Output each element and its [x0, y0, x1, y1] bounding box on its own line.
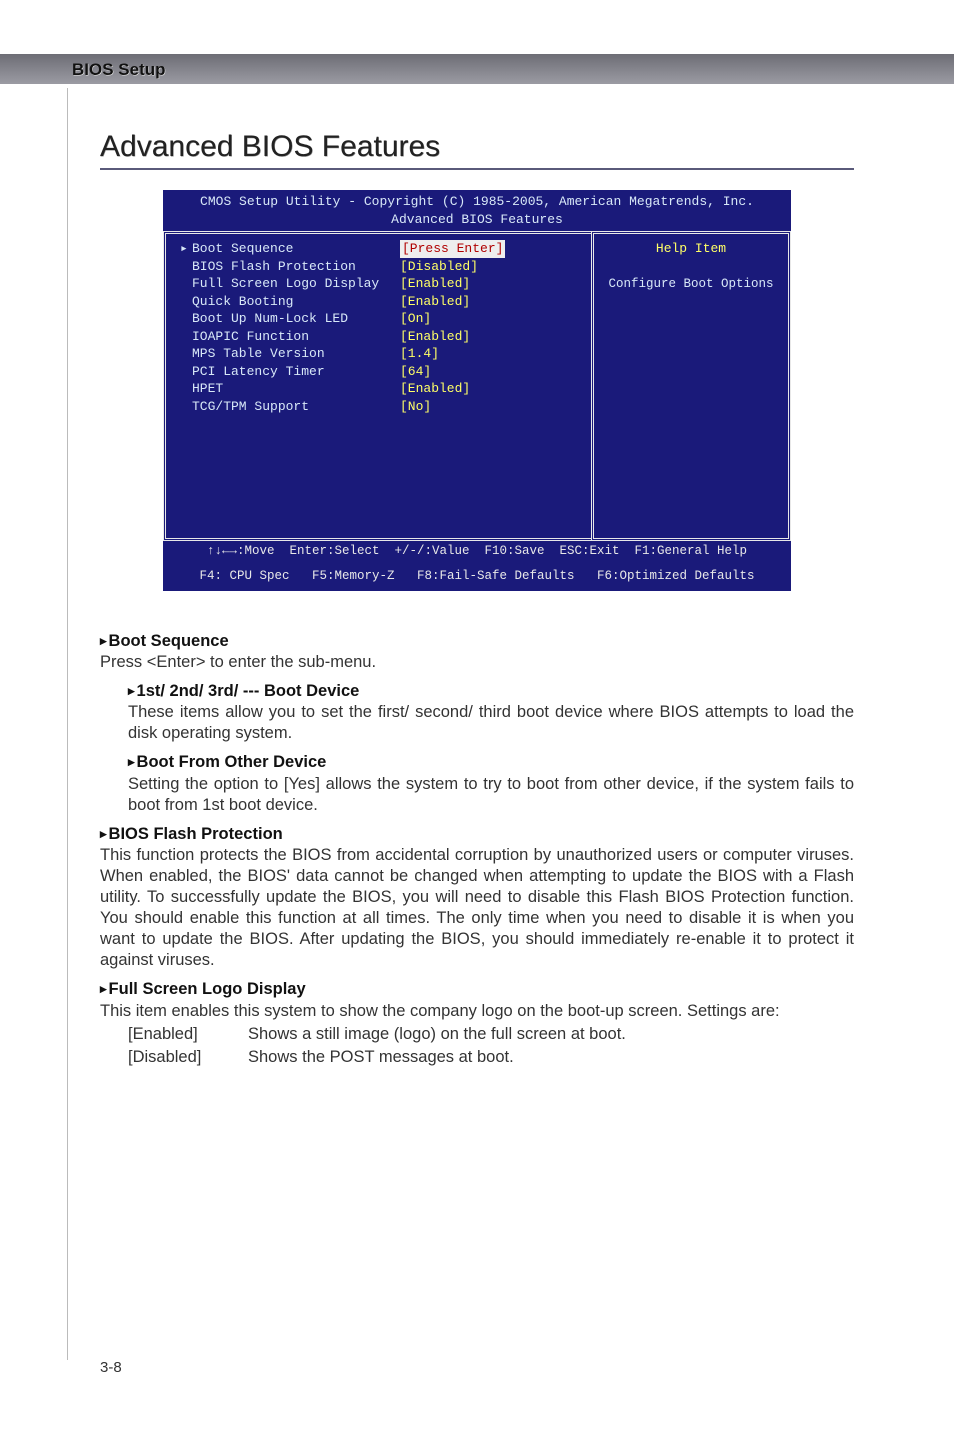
left-rule	[67, 88, 68, 1360]
heading-logo-display: Full Screen Logo Display	[100, 979, 854, 1000]
help-description: Configure Boot Options	[602, 276, 780, 293]
text-boot-other: Setting the option to [Yes] allows the s…	[128, 774, 854, 816]
setting-key: [Disabled]	[128, 1047, 248, 1068]
bios-subtitle: Advanced BIOS Features	[163, 211, 791, 232]
settings-table: [Enabled] Shows a still image (logo) on …	[128, 1024, 854, 1068]
page-header: BIOS Setup	[0, 54, 954, 84]
heading-flash-protection: BIOS Flash Protection	[100, 824, 854, 845]
bios-footer-1: ↑↓←→:Move Enter:Select +/-/:Value F10:Sa…	[163, 541, 791, 566]
bios-row-mps-table[interactable]: MPS Table Version [1.4]	[180, 345, 581, 363]
setting-val: Shows a still image (logo) on the full s…	[248, 1024, 626, 1045]
heading-boot-sequence: Boot Sequence	[100, 631, 854, 652]
text-boot-device: These items allow you to set the first/ …	[128, 702, 854, 744]
bios-row-pci-latency[interactable]: PCI Latency Timer [64]	[180, 363, 581, 381]
bios-footer-2: F4: CPU Spec F5:Memory-Z F8:Fail-Safe De…	[163, 566, 791, 591]
bios-options-panel: ▸Boot Sequence [Press Enter] BIOS Flash …	[163, 231, 591, 541]
setting-key: [Enabled]	[128, 1024, 248, 1045]
bios-main: ▸Boot Sequence [Press Enter] BIOS Flash …	[163, 231, 791, 541]
page-body: Advanced BIOS Features CMOS Setup Utilit…	[100, 130, 854, 1070]
bios-title: CMOS Setup Utility - Copyright (C) 1985-…	[163, 190, 791, 211]
bios-row-full-screen-logo[interactable]: Full Screen Logo Display [Enabled]	[180, 275, 581, 293]
text-boot-sequence: Press <Enter> to enter the sub-menu.	[100, 652, 854, 673]
page-title: Advanced BIOS Features	[100, 130, 854, 170]
heading-boot-other: Boot From Other Device	[128, 752, 854, 773]
submenu-arrow-icon: ▸	[180, 240, 192, 258]
help-title: Help Item	[602, 240, 780, 258]
setting-row-disabled: [Disabled] Shows the POST messages at bo…	[128, 1047, 854, 1068]
setting-val: Shows the POST messages at boot.	[248, 1047, 514, 1068]
header-title: BIOS Setup	[72, 60, 166, 79]
bios-row-ioapic[interactable]: IOAPIC Function [Enabled]	[180, 328, 581, 346]
bios-row-num-lock[interactable]: Boot Up Num-Lock LED [On]	[180, 310, 581, 328]
bios-row-hpet[interactable]: HPET [Enabled]	[180, 380, 581, 398]
bios-row-quick-booting[interactable]: Quick Booting [Enabled]	[180, 293, 581, 311]
bios-screenshot: CMOS Setup Utility - Copyright (C) 1985-…	[163, 190, 791, 591]
bios-row-flash-protection[interactable]: BIOS Flash Protection [Disabled]	[180, 258, 581, 276]
bios-help-panel: Help Item Configure Boot Options	[591, 231, 791, 541]
document-text: Boot Sequence Press <Enter> to enter the…	[100, 631, 854, 1068]
bios-row-boot-sequence[interactable]: ▸Boot Sequence [Press Enter]	[180, 240, 581, 258]
bios-row-tcg-tpm[interactable]: TCG/TPM Support [No]	[180, 398, 581, 416]
text-logo-display: This item enables this system to show th…	[100, 1001, 854, 1022]
page-number: 3-8	[100, 1359, 122, 1376]
setting-row-enabled: [Enabled] Shows a still image (logo) on …	[128, 1024, 854, 1045]
text-flash-protection: This function protects the BIOS from acc…	[100, 845, 854, 972]
heading-boot-device: 1st/ 2nd/ 3rd/ --- Boot Device	[128, 681, 854, 702]
